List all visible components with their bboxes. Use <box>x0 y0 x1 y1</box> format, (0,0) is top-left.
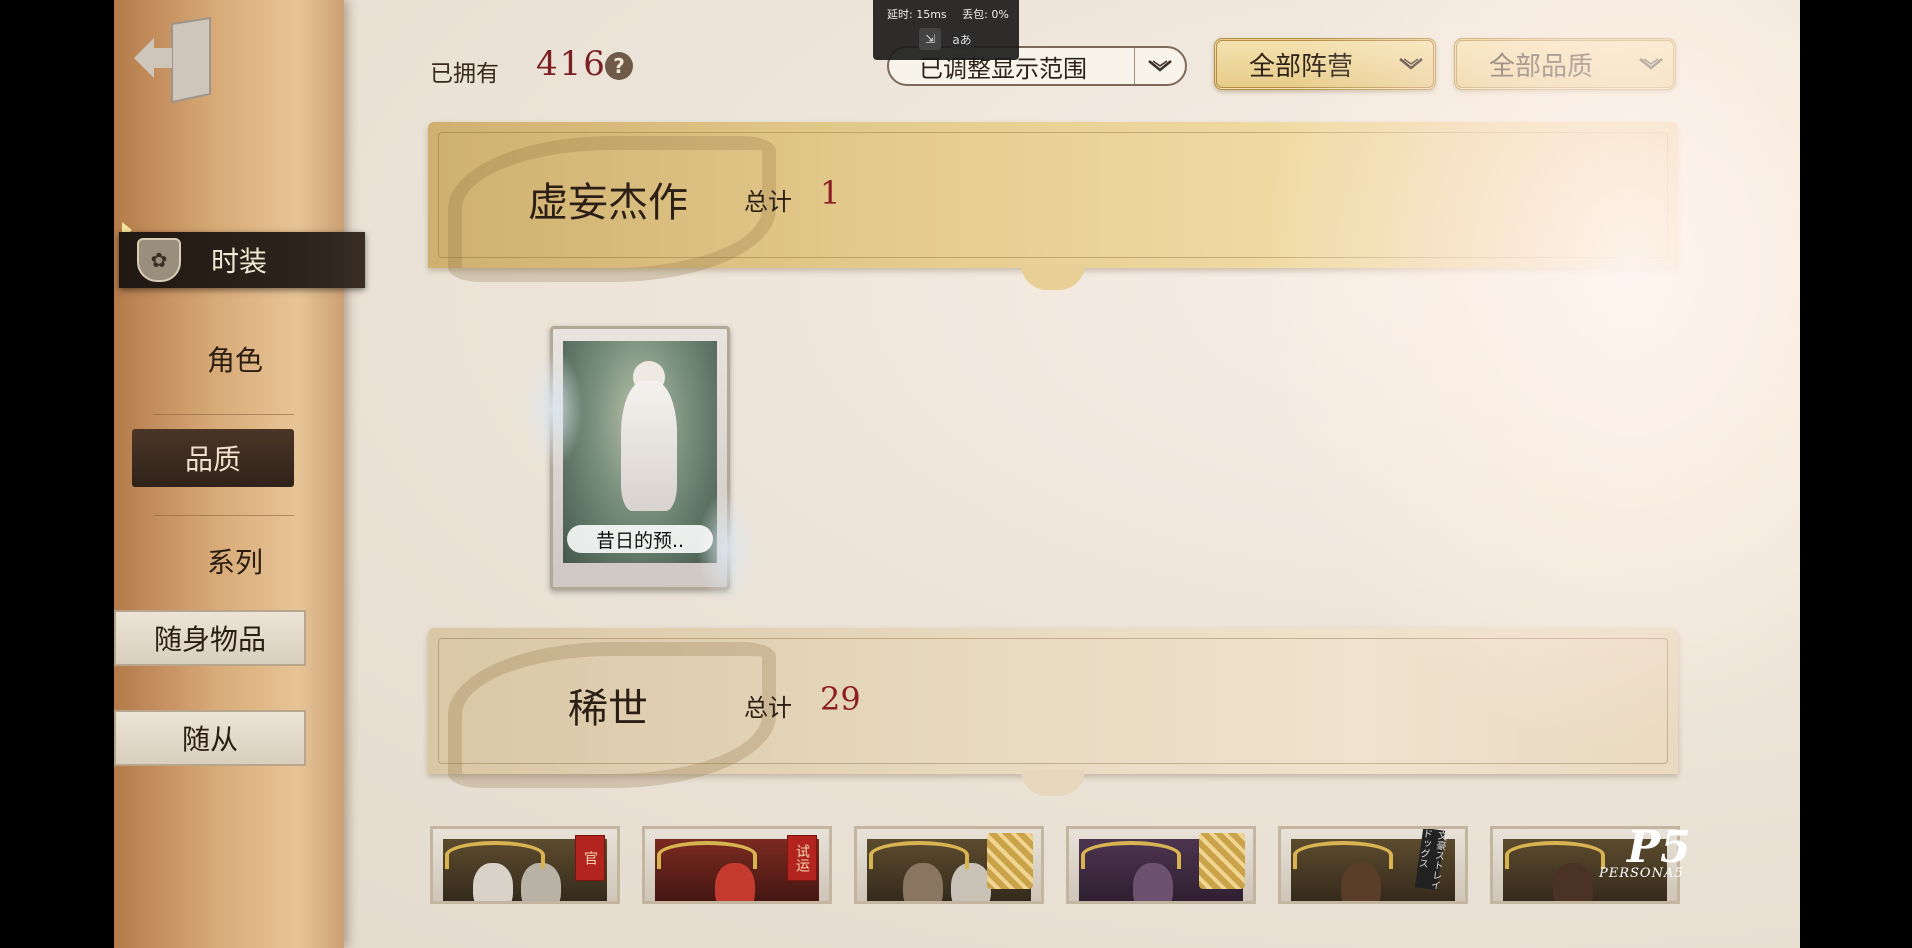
character-face <box>1553 863 1593 901</box>
sidebar-item-fashion[interactable]: ✿ 时装 <box>119 232 365 288</box>
latency-overlay: 延时: 15ms 丢包: 0% ⇲ aあ <box>873 0 1019 60</box>
costume-card[interactable]: 文豪ストレイドッグス <box>1278 826 1468 904</box>
gold-frame-ornament <box>869 841 969 869</box>
character-face <box>473 863 513 901</box>
weave-ornament <box>1199 833 1245 889</box>
banner-notch <box>1021 770 1085 796</box>
gold-frame-ornament <box>1081 841 1181 869</box>
section-title: 虚妄杰作 <box>528 180 688 226</box>
gold-frame-ornament <box>1293 841 1393 869</box>
character-face <box>903 863 943 901</box>
seal-badge: 官 <box>575 835 605 881</box>
shield-icon: ✿ <box>137 238 181 282</box>
costume-card[interactable] <box>1066 826 1256 904</box>
section-total-label: 总计 <box>744 188 792 216</box>
translate-icon[interactable]: aあ <box>951 28 973 50</box>
network-stats: 延时: 15ms 丢包: 0% <box>887 6 1021 22</box>
packet-loss-text: 丢包: 0% <box>962 8 1009 21</box>
character-face <box>951 863 991 901</box>
divider <box>154 515 294 516</box>
section-total-label: 总计 <box>744 694 792 722</box>
owned-label: 已拥有 <box>430 61 499 87</box>
sidebar-item-label: 时装 <box>211 245 268 278</box>
sidebar-item-accessories[interactable]: 随身物品 <box>114 610 306 666</box>
banner-notch <box>1021 264 1085 290</box>
help-icon[interactable]: ? <box>605 52 633 80</box>
chevron-down-icon <box>1629 57 1673 71</box>
sidebar-item-series[interactable]: 系列 <box>130 536 340 586</box>
costume-card[interactable]: 昔日的预.. <box>523 326 757 609</box>
persona5-logo: P5 PERSONA5 <box>1599 822 1719 886</box>
owned-count: 416 <box>536 44 607 84</box>
character-face <box>715 863 755 901</box>
section-title: 稀世 <box>568 686 648 732</box>
sidebar-item-pets[interactable]: 随从 <box>114 710 306 766</box>
sidebar-item-quality[interactable]: 品质 <box>132 429 294 487</box>
quality-dropdown[interactable]: 全部品质 <box>1454 38 1676 90</box>
collab-ribbon: 文豪ストレイドッグス <box>1414 827 1448 891</box>
divider <box>154 414 294 415</box>
quality-label: 全部品质 <box>1489 51 1594 82</box>
character-face <box>1133 863 1173 901</box>
latency-text: 延时: 15ms <box>887 8 947 21</box>
section-banner-masterpiece: 虚妄杰作 总计 1 <box>428 122 1678 290</box>
section-total: 1 <box>820 174 841 212</box>
chevron-down-icon <box>1389 57 1433 71</box>
section-total: 29 <box>820 680 861 718</box>
weave-ornament <box>987 833 1033 889</box>
card-name: 昔日的预.. <box>567 525 713 553</box>
character-face <box>1341 863 1381 901</box>
gold-frame-ornament <box>657 841 757 869</box>
gold-frame-ornament <box>445 841 545 869</box>
game-frame: ✿ 时装 角色 品质 系列 随身物品 随从 已拥有 416 ? 已调整显示范围 … <box>114 0 1800 948</box>
screen-toggle-icon[interactable]: ⇲ <box>919 28 941 50</box>
costume-card[interactable] <box>854 826 1044 904</box>
wing-decoration <box>523 349 583 469</box>
character-figure <box>621 381 677 511</box>
gold-frame-ornament <box>1505 841 1605 869</box>
character-face <box>521 863 561 901</box>
faction-dropdown[interactable]: 全部阵营 <box>1214 38 1436 90</box>
sidebar-item-character[interactable]: 角色 <box>130 334 340 384</box>
sidebar: ✿ 时装 角色 品质 系列 随身物品 随从 <box>114 0 365 948</box>
chevron-down-icon <box>1134 48 1185 84</box>
faction-label: 全部阵营 <box>1249 51 1354 82</box>
costume-card[interactable]: 试运 <box>642 826 832 904</box>
logo-text: PERSONA5 <box>1599 866 1684 881</box>
costume-card[interactable]: 官 <box>430 826 620 904</box>
exit-icon[interactable] <box>132 16 222 106</box>
section-banner-rare: 稀世 总计 29 <box>428 628 1678 796</box>
seal-badge: 试运 <box>787 835 817 881</box>
